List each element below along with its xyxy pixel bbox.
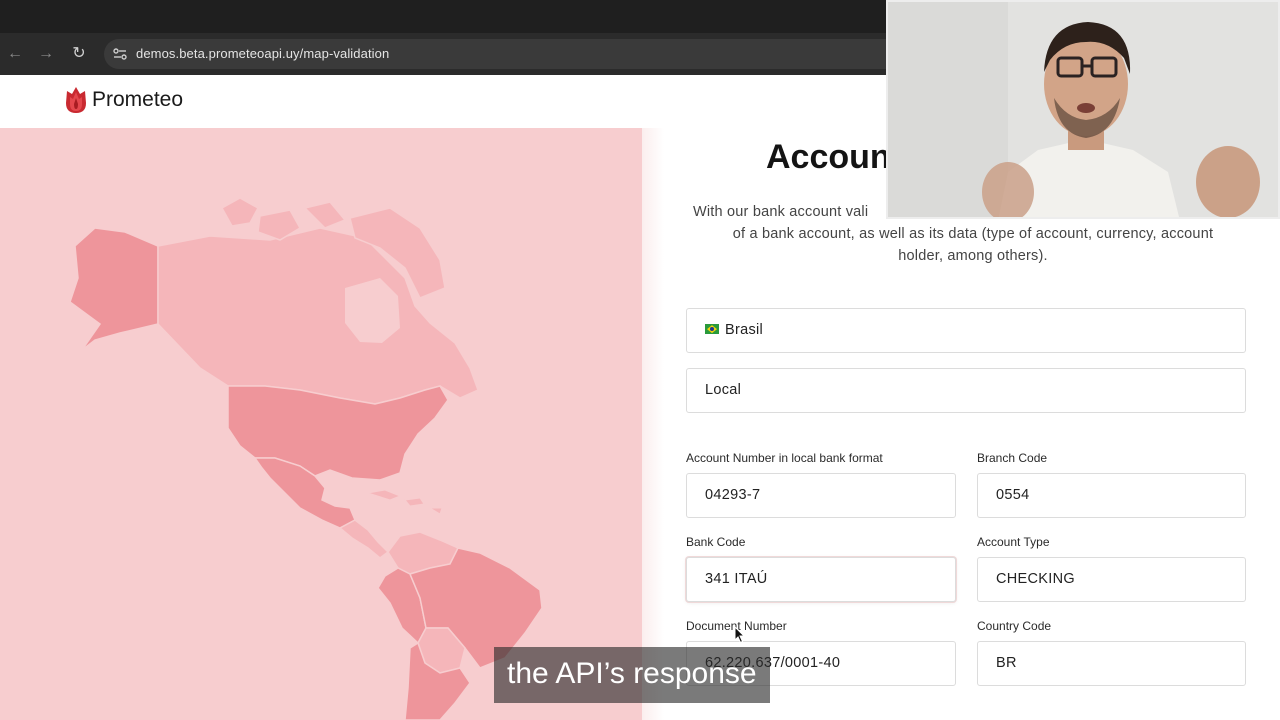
country-code-value: BR [996, 655, 1017, 671]
map-caribbean [367, 489, 443, 515]
map-svg [69, 197, 543, 720]
site-settings-icon[interactable] [112, 46, 128, 62]
panel-divider [642, 128, 664, 720]
account-number-label: Account Number in local bank format [686, 451, 883, 465]
flame-logo-icon [66, 87, 86, 113]
description-line-3: holder, among others). [898, 248, 1048, 264]
video-subtitle: the API’s response [494, 647, 770, 703]
bank-code-label: Bank Code [686, 535, 746, 549]
country-select[interactable]: Brasil [686, 308, 1246, 353]
account-type-label: Account Type [977, 535, 1050, 549]
account-type-value: CHECKING [996, 571, 1075, 587]
country-code-label: Country Code [977, 619, 1052, 633]
brand-logo[interactable]: Prometeo [64, 86, 183, 114]
americas-map [0, 128, 642, 720]
account-scope-select[interactable]: Local [686, 368, 1246, 413]
page-title: Accoun [766, 138, 891, 176]
map-region-alaska [69, 227, 159, 351]
brand-name: Prometeo [92, 88, 184, 111]
country-value: Brasil [725, 322, 764, 338]
account-number-value: 04293-7 [705, 487, 761, 503]
description-line-2: of a bank account, as well as its data (… [732, 226, 1214, 242]
branch-code-input[interactable]: 0554 [977, 473, 1246, 518]
reload-icon[interactable]: ↻ [66, 41, 92, 67]
webcam-overlay [886, 0, 1280, 219]
address-bar[interactable]: demos.beta.prometeoapi.uy/map-validation [104, 39, 904, 69]
map-region-central-america [338, 519, 390, 559]
forward-arrow-icon[interactable]: → [33, 41, 59, 67]
mouse-pointer-icon [734, 626, 746, 644]
branch-code-label: Branch Code [977, 451, 1048, 465]
account-number-input[interactable]: 04293-7 [686, 473, 956, 518]
branch-code-value: 0554 [996, 487, 1030, 503]
brazil-flag-icon [705, 324, 719, 335]
back-arrow-icon[interactable]: ← [2, 41, 28, 67]
account-type-select[interactable]: CHECKING [977, 557, 1246, 602]
presenter-video [888, 2, 1278, 217]
bank-code-value: 341 ITAÚ [705, 571, 768, 587]
account-scope-value: Local [705, 382, 742, 398]
country-code-input[interactable]: BR [977, 641, 1246, 686]
url-text: demos.beta.prometeoapi.uy/map-validation [136, 46, 390, 61]
bank-code-select[interactable]: 341 ITAÚ [686, 557, 956, 602]
